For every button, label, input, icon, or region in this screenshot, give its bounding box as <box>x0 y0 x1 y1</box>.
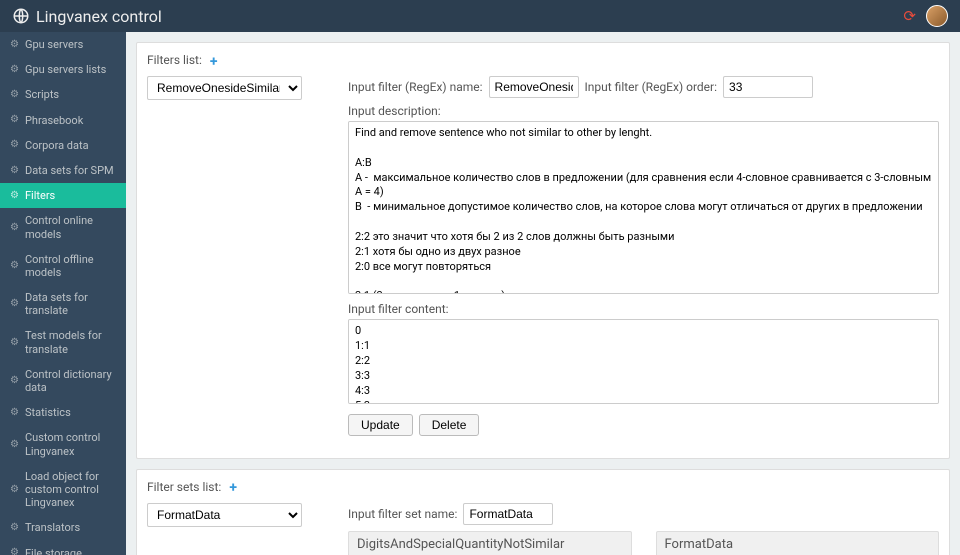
sidebar-item-9[interactable]: ⚙ Data sets for translate <box>0 285 126 323</box>
sidebar-item-12[interactable]: ⚙ Statistics <box>0 400 126 425</box>
sidebar-item-2[interactable]: ⚙ Scripts <box>0 82 126 107</box>
sidebar-item-label: Load object for custom control Lingvanex <box>25 470 116 510</box>
gear-icon: ⚙ <box>10 64 19 76</box>
set-name-input[interactable] <box>463 503 553 525</box>
gear-icon: ⚙ <box>10 337 19 349</box>
sidebar-item-label: Gpu servers <box>25 38 116 51</box>
main-content: Filters list: + RemoveOnesideSimilarSent… <box>126 32 960 555</box>
filter-order-input[interactable] <box>723 76 813 98</box>
sidebar-item-label: File storage <box>25 547 116 555</box>
gear-icon: ⚙ <box>10 39 19 51</box>
brand-title: Lingvanex control <box>36 7 162 26</box>
sidebar-item-0[interactable]: ⚙ Gpu servers <box>0 32 126 57</box>
sidebar-item-16[interactable]: ⚙ File storage <box>0 541 126 555</box>
sidebar-item-label: Statistics <box>25 406 116 419</box>
sidebar-item-label: Gpu servers lists <box>25 63 116 76</box>
sidebar-item-15[interactable]: ⚙ Translators <box>0 515 126 540</box>
sidebar-item-7[interactable]: ⚙ Control online models <box>0 208 126 246</box>
sidebar-item-6[interactable]: ⚙ Filters <box>0 183 126 208</box>
gear-icon: ⚙ <box>10 298 19 310</box>
sidebar-item-13[interactable]: ⚙ Custom control Lingvanex <box>0 425 126 463</box>
sidebar-item-label: Test models for translate <box>25 329 116 355</box>
gear-icon: ⚙ <box>10 547 19 555</box>
filters-select[interactable]: RemoveOnesideSimilarSentenceByQuantity <box>147 76 302 100</box>
app-header: Lingvanex control ⟳ <box>0 0 960 32</box>
sets-list-label: Filter sets list: <box>147 480 221 494</box>
gear-icon: ⚙ <box>10 375 19 387</box>
sidebar-item-3[interactable]: ⚙ Phrasebook <box>0 108 126 133</box>
filter-content-label: Input filter content: <box>348 302 449 316</box>
sidebar-item-5[interactable]: ⚙ Data sets for SPM <box>0 158 126 183</box>
sidebar-item-label: Data sets for translate <box>25 291 116 317</box>
gear-icon: ⚙ <box>10 484 19 496</box>
add-set-icon[interactable]: + <box>229 480 237 496</box>
sidebar-item-4[interactable]: ⚙ Corpora data <box>0 133 126 158</box>
gear-icon: ⚙ <box>10 522 19 534</box>
sidebar-item-11[interactable]: ⚙ Control dictionary data <box>0 362 126 400</box>
filters-list-label: Filters list: <box>147 53 202 67</box>
sidebar-item-label: Control offline models <box>25 253 116 279</box>
gear-icon: ⚙ <box>10 260 19 272</box>
filter-order-label: Input filter (RegEx) order: <box>585 80 717 94</box>
filter-desc-textarea[interactable] <box>348 121 939 294</box>
sidebar-item-label: Data sets for SPM <box>25 164 116 177</box>
filter-name-label: Input filter (RegEx) name: <box>348 80 483 94</box>
reload-icon[interactable]: ⟳ <box>903 7 916 25</box>
sidebar-item-10[interactable]: ⚙ Test models for translate <box>0 323 126 361</box>
sidebar-item-label: Translators <box>25 521 116 534</box>
gear-icon: ⚙ <box>10 439 19 451</box>
filter-content-textarea[interactable] <box>348 319 939 403</box>
sidebar: ⚙ Gpu servers ⚙ Gpu servers lists ⚙ Scripts ⚙ P… <box>0 32 126 555</box>
right-filter-list: FormatDataPlaceholderNerPlaceholderDigit… <box>656 531 940 555</box>
gear-icon: ⚙ <box>10 222 19 234</box>
sidebar-item-14[interactable]: ⚙ Load object for custom control Lingvane… <box>0 464 126 516</box>
gear-icon: ⚙ <box>10 89 19 101</box>
sidebar-item-label: Phrasebook <box>25 114 116 127</box>
filter-desc-label: Input description: <box>348 104 441 118</box>
list-item[interactable]: FormatData <box>656 531 940 555</box>
filter-sets-panel: Filter sets list: + FormatData Input fil… <box>136 469 950 555</box>
gear-icon: ⚙ <box>10 190 19 202</box>
left-filter-list: DigitsAndSpecialQuantityNotSimilarDigits… <box>348 531 632 555</box>
avatar[interactable] <box>926 5 948 27</box>
filters-panel: Filters list: + RemoveOnesideSimilarSent… <box>136 42 950 459</box>
sidebar-item-label: Custom control Lingvanex <box>25 431 116 457</box>
list-item[interactable]: DigitsAndSpecialQuantityNotSimilar <box>348 531 632 555</box>
sidebar-item-label: Filters <box>25 189 116 202</box>
add-filter-icon[interactable]: + <box>210 54 218 70</box>
brand: Lingvanex control <box>12 7 162 26</box>
sidebar-item-1[interactable]: ⚙ Gpu servers lists <box>0 57 126 82</box>
set-name-label: Input filter set name: <box>348 507 457 521</box>
gear-icon: ⚙ <box>10 139 19 151</box>
sidebar-item-label: Corpora data <box>25 139 116 152</box>
filter-name-input[interactable] <box>489 76 579 98</box>
gear-icon: ⚙ <box>10 407 19 419</box>
sidebar-item-8[interactable]: ⚙ Control offline models <box>0 247 126 285</box>
filter-update-button[interactable]: Update <box>348 414 413 436</box>
brand-icon <box>12 7 30 25</box>
sets-select[interactable]: FormatData <box>147 503 302 527</box>
gear-icon: ⚙ <box>10 165 19 177</box>
sidebar-item-label: Control dictionary data <box>25 368 116 394</box>
gear-icon: ⚙ <box>10 114 19 126</box>
sidebar-item-label: Control online models <box>25 214 116 240</box>
sidebar-item-label: Scripts <box>25 88 116 101</box>
filter-delete-button[interactable]: Delete <box>419 414 480 436</box>
